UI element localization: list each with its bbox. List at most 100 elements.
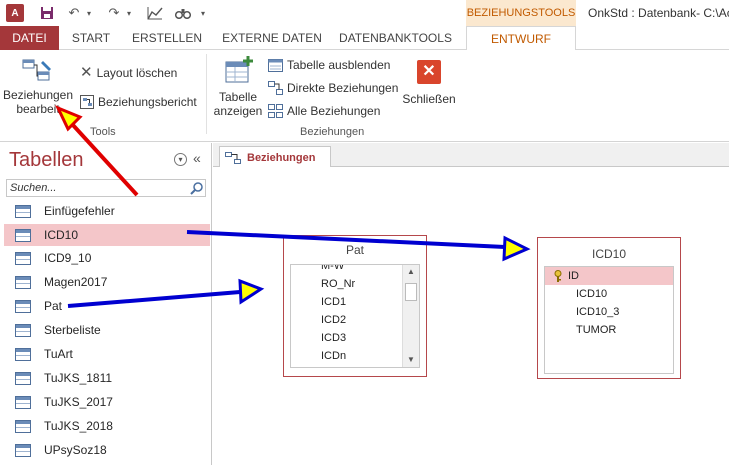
scroll-thumb[interactable] (405, 283, 417, 301)
ribbon-tab-row: DATEI START ERSTELLEN EXTERNE DATEN DATE… (0, 26, 729, 51)
nav-item-tuart[interactable]: TuArt (4, 343, 210, 365)
show-table-icon (222, 54, 254, 90)
direct-relationships-button[interactable]: Direkte Beziehungen (268, 79, 398, 97)
nav-item-icd9-10[interactable]: ICD9_10 (4, 247, 210, 269)
tab-erstellen[interactable]: ERSTELLEN (131, 26, 203, 50)
relationships-doc-icon (225, 151, 241, 164)
edit-relationships-button[interactable]: Beziehungen bearbeit (2, 54, 74, 124)
nav-item-pat[interactable]: Pat (4, 295, 210, 317)
hide-table-button[interactable]: Tabelle ausblenden (268, 56, 390, 74)
pat-table-box[interactable]: Pat M-W RO_Nr ICD1 ICD2 ICD3 ICDn ▲ ▼ (283, 235, 427, 377)
icd10-field-list[interactable]: ID ICD10 ICD10_3 TUMOR (544, 266, 674, 374)
field-icdn[interactable]: ICDn (291, 347, 403, 365)
tab-datei[interactable]: DATEI (0, 26, 59, 50)
relationship-report-button[interactable]: Beziehungsbericht (80, 93, 197, 111)
nav-item-sterbeliste[interactable]: Sterbeliste (4, 319, 210, 341)
nav-item-label: Einfügefehler (44, 204, 115, 218)
nav-item-upsysoz18[interactable]: UPsySoz18 (4, 439, 210, 461)
show-table-label-1: Tabelle (218, 90, 258, 104)
nav-item-label: UPsySoz18 (44, 443, 107, 457)
nav-item-label: ICD10 (44, 228, 79, 242)
nav-item-label: TuJKS_2018 (44, 419, 113, 433)
undo-dropdown-icon[interactable]: ▾ (84, 4, 94, 22)
nav-item-label: TuArt (44, 347, 73, 361)
nav-pane-title[interactable]: Tabellen (9, 149, 84, 172)
binoculars-icon[interactable] (174, 4, 192, 22)
ribbon: Beziehungen bearbeit ✕ Layout löschen Be… (0, 50, 729, 142)
nav-item-label: Sterbeliste (44, 323, 101, 337)
show-table-button[interactable]: Tabelle anzeigen (212, 54, 264, 124)
title-bar: A ↶ ▾ ↷ ▾ ▾ BEZIEHUNGSTOOLS OnkStd : Dat… (0, 0, 729, 26)
hide-table-label: Tabelle ausblenden (287, 58, 391, 72)
table-icon (15, 251, 31, 265)
direct-relationships-label: Direkte Beziehungen (287, 81, 399, 95)
tab-entwurf[interactable]: ENTWURF (466, 26, 576, 51)
close-button[interactable]: ✕ Schließen (400, 54, 458, 124)
doc-tab-label: Beziehungen (247, 151, 316, 164)
all-relationships-button[interactable]: Alle Beziehungen (268, 102, 380, 120)
icd10-table-box[interactable]: ICD10 ID ICD10 ICD10_3 TUMOR (537, 237, 681, 379)
nav-item-magen2017[interactable]: Magen2017 (4, 271, 210, 293)
nav-item-tujks-2018[interactable]: TuJKS_2018 (4, 415, 210, 437)
pat-field-list[interactable]: M-W RO_Nr ICD1 ICD2 ICD3 ICDn ▲ ▼ (290, 264, 420, 368)
show-table-label-2: anzeigen (213, 104, 263, 118)
scroll-down-icon[interactable]: ▼ (403, 353, 419, 367)
ribbon-group-separator (206, 54, 207, 134)
access-app-icon[interactable]: A (6, 4, 24, 22)
field-icd10-3[interactable]: ICD10_3 (545, 303, 673, 321)
table-icon (15, 347, 31, 361)
window-title: OnkStd : Datenbank- C:\Ac (588, 6, 729, 20)
clear-layout-icon: ✕ (80, 64, 93, 81)
nav-pane-menu-icon[interactable]: ▾ (174, 153, 187, 166)
table-icon (15, 228, 31, 242)
field-m-w[interactable]: M-W (291, 265, 403, 275)
search-icon[interactable] (190, 181, 204, 198)
scroll-up-icon[interactable]: ▲ (403, 265, 419, 279)
undo-icon[interactable]: ↶ (66, 4, 82, 22)
qat-customize-icon[interactable]: ▾ (198, 4, 208, 22)
tab-datenbanktools[interactable]: DATENBANKTOOLS (339, 26, 452, 50)
clear-layout-label: Layout löschen (96, 66, 178, 80)
edit-relationships-label-2: bearbeit (16, 102, 60, 116)
save-icon[interactable] (38, 4, 56, 22)
tab-externe-daten[interactable]: EXTERNE DATEN (220, 26, 324, 50)
nav-item-icd10[interactable]: ICD10 (4, 224, 210, 246)
redo-dropdown-icon[interactable]: ▾ (124, 4, 134, 22)
field-ro-nr[interactable]: RO_Nr (291, 275, 403, 293)
table-icon (15, 299, 31, 313)
pat-scrollbar[interactable]: ▲ ▼ (402, 265, 419, 367)
tab-beziehungen-document[interactable]: Beziehungen (219, 146, 331, 168)
field-icd2[interactable]: ICD2 (291, 311, 403, 329)
field-icd1[interactable]: ICD1 (291, 293, 403, 311)
nav-item-label: Pat (44, 299, 63, 313)
chart-icon[interactable] (146, 4, 164, 22)
table-icon (15, 323, 31, 337)
report-icon (80, 95, 94, 109)
nav-item-tujks-2017[interactable]: TuJKS_2017 (4, 391, 210, 413)
nav-pane-collapse-icon[interactable]: « (193, 150, 201, 166)
table-icon (15, 443, 31, 457)
nav-search-input[interactable]: Suchen... (6, 179, 206, 197)
close-icon: ✕ (417, 60, 441, 84)
nav-item-einfuegefehler[interactable]: Einfügefehler (4, 200, 210, 222)
hide-table-icon (268, 58, 283, 72)
access-window: A ↶ ▾ ↷ ▾ ▾ BEZIEHUNGSTOOLS OnkStd : Dat… (0, 0, 729, 465)
navigation-pane: Tabellen ▾ « Suchen... Einfügefehler ICD… (0, 143, 212, 465)
pat-table-title[interactable]: Pat (284, 241, 426, 259)
tab-start[interactable]: START (69, 26, 113, 50)
close-label: Schließen (402, 92, 456, 106)
relationship-report-label: Beziehungsbericht (98, 95, 197, 109)
field-tumor[interactable]: TUMOR (545, 321, 673, 339)
edit-relationships-icon (21, 54, 55, 88)
clear-layout-button[interactable]: ✕ Layout löschen (80, 64, 177, 82)
table-icon (15, 204, 31, 218)
edit-relationships-label-1: Beziehungen (2, 88, 74, 102)
table-icon (15, 395, 31, 409)
nav-item-tujks-1811[interactable]: TuJKS_1811 (4, 367, 210, 389)
field-id-primary-key[interactable]: ID (545, 267, 673, 285)
icd10-table-title[interactable]: ICD10 (538, 245, 680, 263)
table-icon (15, 371, 31, 385)
field-icd10[interactable]: ICD10 (545, 285, 673, 303)
field-icd3[interactable]: ICD3 (291, 329, 403, 347)
redo-icon[interactable]: ↷ (106, 4, 122, 22)
